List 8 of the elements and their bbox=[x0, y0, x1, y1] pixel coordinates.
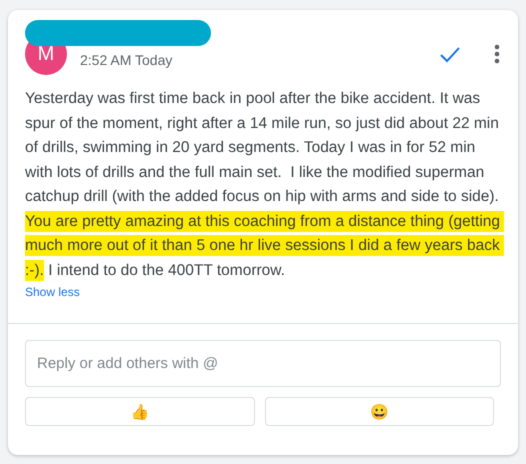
reaction-button[interactable]: 😀 bbox=[264, 397, 494, 426]
resolve-button[interactable] bbox=[439, 45, 461, 63]
show-less-link[interactable]: Show less bbox=[25, 285, 80, 299]
reaction-button[interactable]: 👍 bbox=[25, 397, 254, 426]
more-icon[interactable] bbox=[494, 44, 500, 64]
comment-time: 2:52 AM Today bbox=[80, 52, 174, 68]
comment-text: Yesterday was first time back in pool after the bike accident. It was spur of the moment, right after a 14 mile run, so just did about 22 min of drills, swimming in 20 yard segments. Today I was in for 52 min with lots of drills and the full main set. I like the modified superman catchup drill (with the added focus on hip with arms and side to side). You are pretty amazing at this coaching from a distance thing (getting much more out of it than 5 one hr live sessions I did a few years back :-). I intend to do the 400TT tomorrow. bbox=[25, 87, 503, 283]
reply-field[interactable]: Reply or add others with @ bbox=[25, 340, 501, 387]
